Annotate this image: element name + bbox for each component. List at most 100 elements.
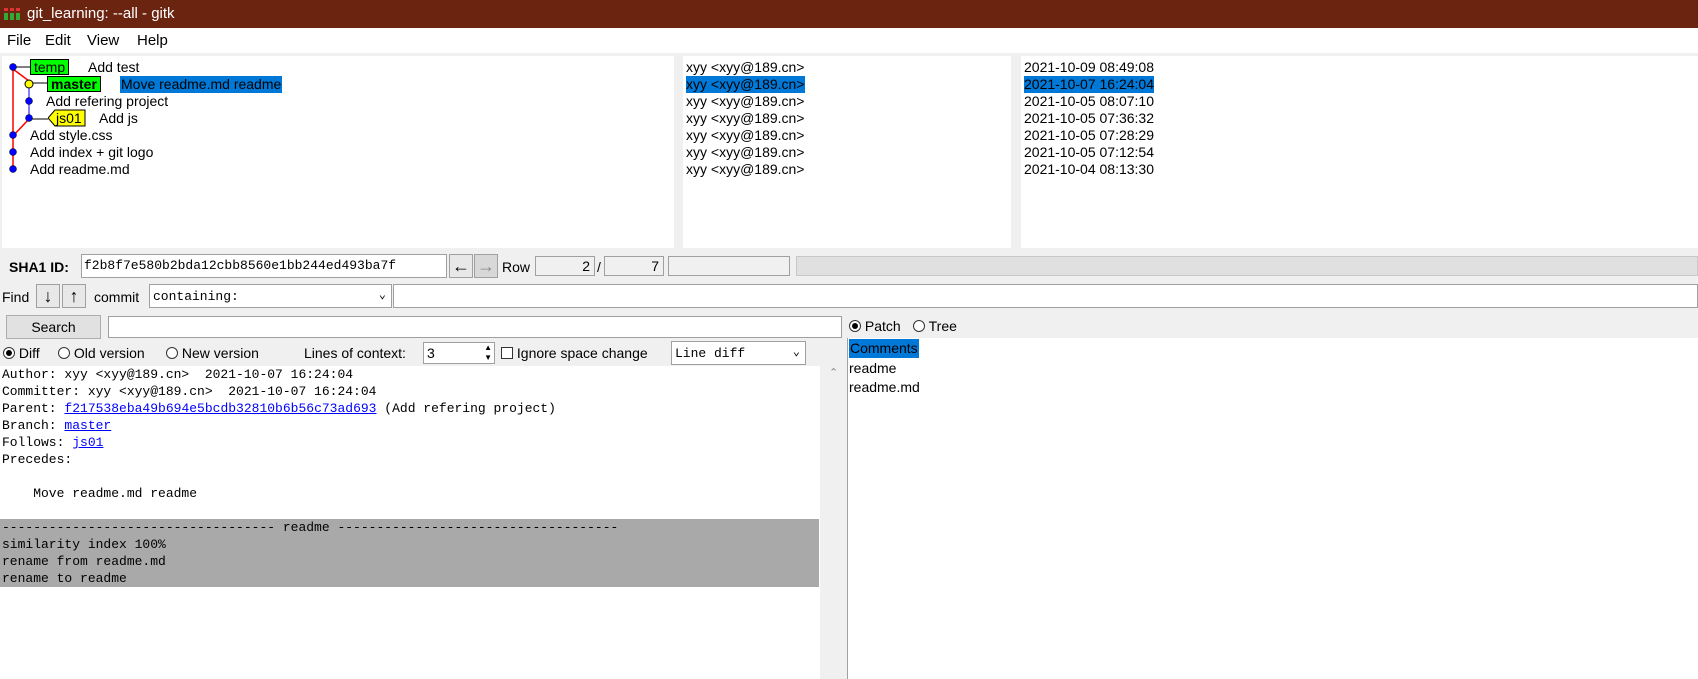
commit-date[interactable]: 2021-10-05 08:07:10 [1024, 93, 1154, 110]
diff-line: rename to readme [2, 571, 127, 586]
radio-icon [913, 320, 925, 332]
file-list-pane[interactable]: Comments readme readme.md [847, 338, 1698, 679]
commit-author[interactable]: xyy <xyy@189.cn> [686, 59, 805, 76]
diff-file-block: ----------------------------------- read… [0, 519, 819, 587]
menu-help[interactable]: Help [137, 32, 168, 49]
file-list-item-comments[interactable]: Comments [849, 339, 919, 358]
author-pane[interactable]: xyy <xyy@189.cn> xyy <xyy@189.cn> xyy <x… [683, 56, 1011, 248]
ignore-space-label: Ignore space change [516, 345, 648, 361]
spin-arrows-icon[interactable]: ▲ ▼ [484, 343, 492, 363]
back-arrow-button[interactable]: ← [449, 254, 473, 278]
commit-date[interactable]: 2021-10-05 07:36:32 [1024, 110, 1154, 127]
find-next-button[interactable]: ↓ [36, 284, 60, 308]
commit-message-body: Move readme.md readme [2, 486, 198, 501]
commit-message[interactable]: Add refering project [46, 93, 168, 110]
commit-message[interactable]: Add test [88, 59, 139, 76]
parent-label: Parent: [2, 401, 65, 416]
radio-icon [58, 347, 70, 359]
title-bar: git_learning: --all - gitk [0, 0, 1698, 28]
tree-radio-label: Tree [928, 318, 957, 334]
forward-arrow-button[interactable]: → [474, 254, 498, 278]
branch-link[interactable]: master [64, 418, 111, 433]
old-version-label: Old version [73, 345, 145, 361]
find-mode-value: containing: [153, 289, 239, 304]
commit-message[interactable]: Add index + git logo [30, 144, 153, 161]
new-version-radio[interactable]: New version [166, 345, 259, 361]
commit-graph-pane[interactable]: temp Add test master Move readme.md read… [2, 56, 674, 248]
row-separator: / [597, 259, 601, 275]
find-input[interactable] [393, 284, 1698, 308]
commit-message[interactable]: Add readme.md [30, 161, 130, 178]
sha1-label: SHA1 ID: [9, 259, 69, 275]
follows-label: Follows: [2, 435, 73, 450]
follows-link[interactable]: js01 [72, 435, 103, 450]
commit-date[interactable]: 2021-10-05 07:28:29 [1024, 127, 1154, 144]
parent-sha-link[interactable]: f217538eba49b694e5bcdb32810b6b56c73ad693 [64, 401, 376, 416]
commit-message[interactable]: Add js [99, 110, 138, 127]
patch-radio[interactable]: Patch [849, 318, 901, 334]
radio-icon [166, 347, 178, 359]
find-type-label: commit [94, 289, 140, 305]
arrow-down-icon: ↓ [43, 286, 53, 306]
search-input[interactable] [108, 316, 842, 338]
commit-author[interactable]: xyy <xyy@189.cn> [686, 161, 805, 178]
branch-ref-temp[interactable]: temp [30, 59, 70, 75]
commit-author[interactable]: xyy <xyy@189.cn> [686, 93, 805, 110]
tag-ref-label: js01 [56, 110, 82, 126]
new-version-label: New version [181, 345, 259, 361]
context-label: Lines of context: [304, 345, 406, 361]
commit-node [9, 131, 17, 139]
patch-radio-label: Patch [864, 318, 901, 334]
follows-line: Follows: js01 [2, 434, 103, 451]
menu-view[interactable]: View [87, 32, 119, 49]
find-label: Find [2, 289, 30, 305]
progress-bar [796, 256, 1698, 276]
commit-author-selected[interactable]: xyy <xyy@189.cn> [686, 76, 805, 93]
commit-date[interactable]: 2021-10-04 08:13:30 [1024, 161, 1154, 178]
find-mode-dropdown[interactable]: containing: ⌄ [149, 284, 392, 308]
commit-message[interactable]: Add style.css [30, 127, 112, 144]
diff-line: rename from readme.md [2, 554, 166, 569]
precedes-line: Precedes: [2, 452, 73, 467]
diff-radio-label: Diff [18, 345, 40, 361]
commit-author[interactable]: xyy <xyy@189.cn> [686, 144, 805, 161]
ignore-space-checkbox[interactable]: Ignore space change [501, 345, 648, 361]
file-list-item[interactable]: readme [849, 359, 896, 378]
commit-author[interactable]: xyy <xyy@189.cn> [686, 127, 805, 144]
sha1-field[interactable]: f2b8f7e580b2bda12cbb8560e1bb244ed493ba7f [81, 254, 447, 278]
diff-radio[interactable]: Diff [3, 345, 40, 361]
commit-node [9, 165, 17, 173]
search-button[interactable]: Search [6, 315, 101, 339]
menu-edit[interactable]: Edit [45, 32, 71, 49]
tree-radio[interactable]: Tree [913, 318, 957, 334]
commit-date[interactable]: 2021-10-05 07:12:54 [1024, 144, 1154, 161]
branch-ref-master[interactable]: master [47, 76, 101, 92]
find-prev-button[interactable]: ↑ [62, 284, 86, 308]
diff-mode-dropdown[interactable]: Line diff ⌄ [671, 341, 806, 365]
gitk-app-icon [4, 8, 20, 20]
parent-line: Parent: f217538eba49b694e5bcdb32810b6b56… [2, 400, 556, 417]
commit-date-selected[interactable]: 2021-10-07 16:24:04 [1024, 76, 1154, 93]
diff-scrollbar[interactable]: ⌃ [822, 366, 847, 679]
date-pane[interactable]: 2021-10-09 08:49:08 2021-10-07 16:24:04 … [1021, 56, 1698, 248]
row-current: 2 [535, 256, 595, 276]
parent-message: (Add refering project) [376, 401, 556, 416]
progress-field [668, 256, 790, 276]
diff-line: similarity index 100% [2, 537, 166, 552]
radio-icon [849, 320, 861, 332]
context-spinbox[interactable]: 3 ▲ ▼ [423, 342, 495, 364]
commit-details-pane[interactable]: Author: xyy <xyy@189.cn> 2021-10-07 16:2… [0, 366, 820, 679]
menu-file[interactable]: File [7, 32, 31, 49]
context-value: 3 [427, 345, 435, 361]
commit-node-head [24, 79, 34, 89]
commit-node [25, 97, 33, 105]
commit-message-selected[interactable]: Move readme.md readme [120, 76, 283, 93]
commit-author[interactable]: xyy <xyy@189.cn> [686, 110, 805, 127]
file-list-item[interactable]: readme.md [849, 378, 920, 397]
branch-line: Branch: master [2, 417, 111, 434]
commit-date[interactable]: 2021-10-09 08:49:08 [1024, 59, 1154, 76]
old-version-radio[interactable]: Old version [58, 345, 145, 361]
arrow-left-icon: ← [452, 256, 470, 276]
scroll-up-icon[interactable]: ⌃ [829, 366, 838, 379]
commit-node [9, 63, 17, 71]
